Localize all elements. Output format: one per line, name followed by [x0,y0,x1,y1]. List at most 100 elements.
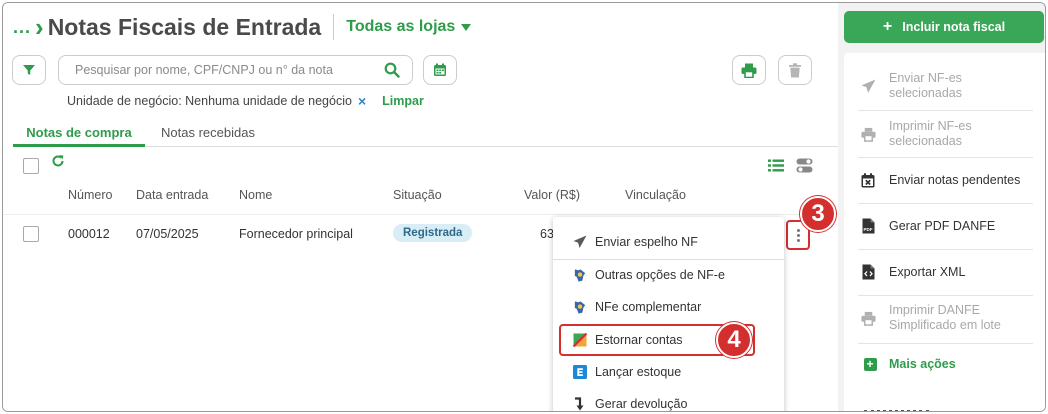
plus-icon: + [882,18,893,35]
cell-numero: 000012 [68,227,110,241]
print-button[interactable] [732,55,766,85]
action-label-line1: Imprimir NF-es [889,119,972,133]
row-checkbox[interactable] [23,226,39,242]
delete-button[interactable] [778,55,812,85]
divider [858,110,1033,111]
action-label: Imprimir NF-es selecionadas [889,119,972,149]
calendar-x-icon [860,172,876,188]
cell-nome: Fornecedor principal [239,227,353,241]
clear-filters-link[interactable]: Limpar [382,94,424,108]
step-marker-4: 4 [716,322,752,358]
divider [858,343,1033,344]
select-all-checkbox[interactable] [23,158,39,174]
send-icon [573,235,587,249]
menu-item-outras-opcoes[interactable]: Outras opções de NF-e [553,260,784,290]
col-numero[interactable]: Número [68,188,112,202]
action-label: Gerar PDF DANFE [889,218,996,233]
action-label: Enviar notas pendentes [889,172,1021,187]
xml-file-icon [860,264,876,280]
printer-icon [860,126,876,142]
col-situacao[interactable]: Situação [393,188,442,202]
menu-item-label: NFe complementar [595,300,702,314]
search-box [58,55,413,85]
calendar-icon [434,63,446,76]
col-data-entrada[interactable]: Data entrada [136,188,208,202]
cell-valor: 63 [540,227,554,241]
search-input[interactable] [75,63,375,77]
store-selector[interactable]: Todas as lojas [346,18,472,36]
divider [858,203,1033,204]
menu-item-lancar-estoque[interactable]: Lançar estoque [553,357,784,387]
main-area: ... › Notas Fiscais de Entrada Todas as … [3,3,838,411]
menu-item-label: Lançar estoque [595,365,682,379]
store-selector-label: Todas as lojas [346,18,456,35]
action-label-line1: Enviar NF-es [889,71,962,85]
more-actions-plus: + [863,357,877,371]
action-enviar-pendentes[interactable]: Enviar notas pendentes [844,171,1045,189]
page-header: ... › Notas Fiscais de Entrada Todas as … [13,11,472,43]
pdf-icon: PDF [860,218,876,234]
nfe-icon [573,300,587,314]
menu-item-gerar-devolucao[interactable]: Gerar devolução [553,389,784,411]
menu-item-label: Gerar devolução [595,397,688,411]
printer-icon [860,310,876,326]
action-exportar-xml[interactable]: Exportar XML [844,263,1045,281]
include-invoice-button[interactable]: + Incluir nota fiscal [844,11,1044,43]
plus-square-icon: + [862,356,878,372]
actions-panel: Enviar NF-es selecionadas Imprimir NF-es… [844,53,1045,411]
status-badge: Registrada [393,224,473,242]
kebab-dot [796,228,800,232]
divider [858,249,1033,250]
breadcrumb-ellipsis[interactable]: ... [13,17,31,38]
tab-notas-de-compra[interactable]: Notas de compra [13,125,145,147]
tab-notas-recebidas[interactable]: Notas recebidas [161,125,255,140]
more-actions-label: Mais ações [889,356,956,371]
nfe-icon [573,268,587,282]
action-label: Enviar NF-es selecionadas [889,71,962,101]
col-vinculacao[interactable]: Vinculação [625,188,686,202]
divider [858,295,1033,296]
refresh-icon[interactable] [51,154,65,173]
col-nome[interactable]: Nome [239,188,272,202]
list-view-icon[interactable] [768,159,784,177]
toggle-columns-icon[interactable] [796,158,813,178]
trash-icon [789,62,801,77]
action-imprimir-danfe-simplificado[interactable]: Imprimir DANFE Simplificado em lote [844,301,1045,335]
search-icon[interactable] [384,62,400,83]
action-label: Exportar XML [889,264,966,279]
return-arrow-icon [573,397,587,411]
app-frame: ... › Notas Fiscais de Entrada Todas as … [2,2,1046,412]
action-label-line1: Imprimir DANFE [889,303,980,317]
menu-item-label: Outras opções de NF-e [595,268,725,282]
page-title: Notas Fiscais de Entrada [47,13,322,40]
remove-filter-icon[interactable]: × [358,93,366,109]
menu-item-enviar-espelho[interactable]: Enviar espelho NF [553,227,784,257]
menu-item-nfe-complementar[interactable]: NFe complementar [553,292,784,322]
action-label-line2: selecionadas [889,134,962,148]
active-filter: Unidade de negócio: Nenhuma unidade de n… [67,93,424,109]
cell-data: 07/05/2025 [136,227,199,241]
action-label-line2: Simplificado em lote [889,318,1001,332]
action-imprimir-nfes[interactable]: Imprimir NF-es selecionadas [844,117,1045,151]
actions-sidebar: + Incluir nota fiscal Enviar NF-es selec… [838,3,1045,411]
kebab-dot [796,238,800,242]
col-valor[interactable]: Valor (R$) [524,188,580,202]
caret-down-icon [461,23,472,31]
action-enviar-nfes[interactable]: Enviar NF-es selecionadas [844,69,1045,103]
funnel-icon [23,65,35,75]
more-actions-button[interactable]: + Mais ações [844,355,1045,373]
divider [858,157,1033,158]
filter-button[interactable] [12,55,46,85]
breadcrumb-chevron-icon: › [35,12,44,42]
estoque-icon [573,365,587,379]
include-invoice-label: Incluir nota fiscal [902,20,1006,34]
header-divider [333,14,335,40]
send-icon [860,78,876,94]
filter-label: Unidade de negócio: Nenhuma unidade de n… [67,94,352,108]
kebab-dot [796,233,800,237]
printer-icon [741,63,757,78]
row-actions-menu: Enviar espelho NF Outras opções de NF-e … [553,217,784,411]
action-gerar-pdf-danfe[interactable]: PDF Gerar PDF DANFE [844,217,1045,235]
date-filter-button[interactable] [423,55,457,85]
menu-item-label: Enviar espelho NF [595,235,698,249]
